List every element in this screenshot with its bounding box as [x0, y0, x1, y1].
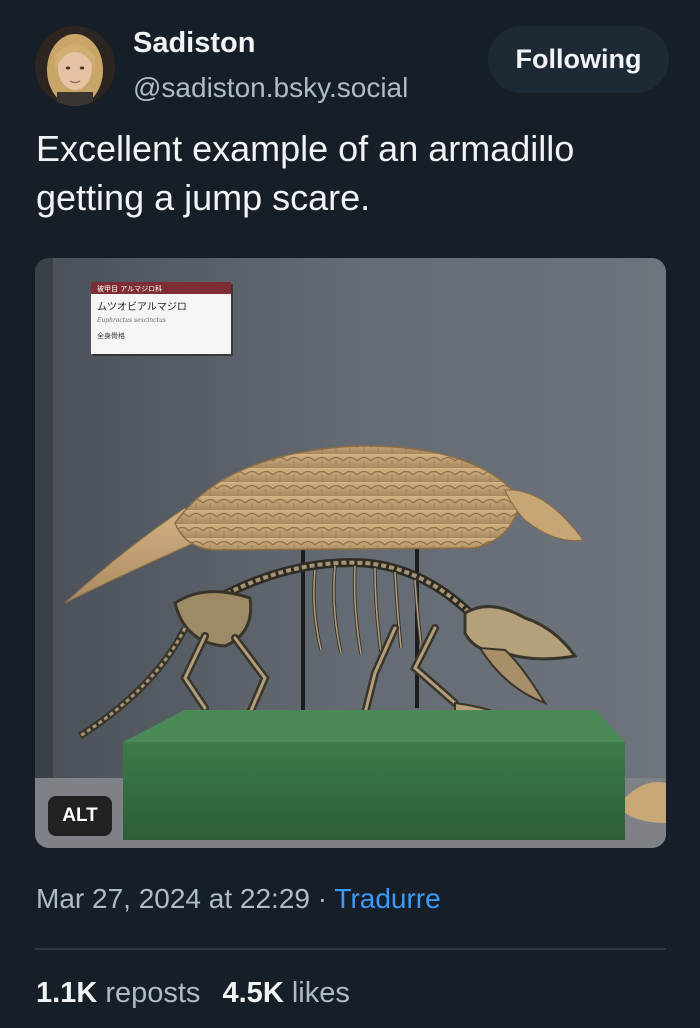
avatar-image	[35, 26, 115, 106]
meta-separator: ·	[309, 883, 335, 914]
reposts-stat[interactable]: 1.1K reposts	[36, 977, 200, 1009]
post-timestamp[interactable]: Mar 27, 2024 at 22:29	[36, 883, 310, 914]
post-stats: 1.1K reposts 4.5K likes	[36, 977, 364, 1010]
following-button[interactable]: Following	[488, 26, 669, 93]
post-meta: Mar 27, 2024 at 22:29 · Tradurre	[36, 883, 441, 915]
translate-link[interactable]: Tradurre	[334, 883, 440, 914]
reposts-count: 1.1K	[36, 977, 98, 1009]
likes-stat[interactable]: 4.5K likes	[223, 977, 350, 1009]
reposts-label: reposts	[105, 977, 201, 1009]
label-card-line4: 全身骨格	[97, 331, 125, 340]
author-handle[interactable]: @sadiston.bsky.social	[133, 72, 408, 104]
avatar[interactable]	[35, 26, 115, 106]
author-display-name[interactable]: Sadiston	[133, 27, 255, 60]
post-image[interactable]: 被甲目 アルマジロ科 ムツオビアルマジロ Euphractus sexcinct…	[35, 258, 666, 848]
label-card-line1: 被甲目 アルマジロ科	[97, 284, 162, 293]
armadillo-skeleton-photo: 被甲目 アルマジロ科 ムツオビアルマジロ Euphractus sexcinct…	[35, 258, 666, 848]
likes-count: 4.5K	[222, 977, 284, 1009]
divider	[35, 948, 666, 950]
likes-label: likes	[291, 977, 350, 1009]
label-card-line3: Euphractus sexcinctus	[96, 317, 166, 324]
post-text: Excellent example of an armadillo gettin…	[36, 128, 575, 218]
alt-text-button[interactable]: ALT	[48, 796, 112, 836]
label-card-line2: ムツオビアルマジロ	[97, 301, 187, 313]
